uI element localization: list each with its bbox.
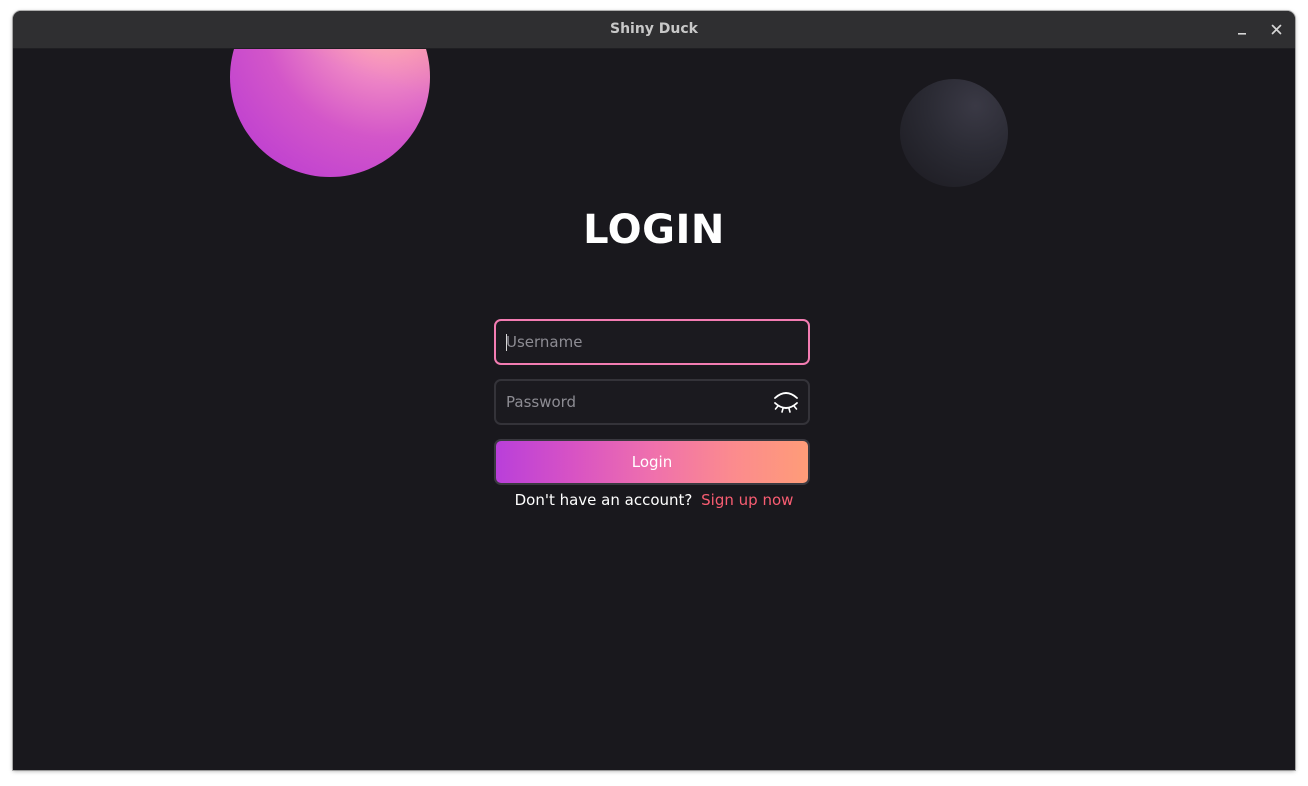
password-input[interactable] bbox=[506, 381, 776, 423]
signup-link[interactable]: Sign up now bbox=[701, 491, 793, 509]
eye-closed-icon bbox=[774, 392, 798, 413]
signup-row: Don't have an account? Sign up now bbox=[13, 491, 1295, 509]
minimize-icon bbox=[1238, 33, 1246, 35]
signup-prompt: Don't have an account? bbox=[514, 491, 693, 509]
window-title: Shiny Duck bbox=[609, 21, 698, 37]
close-icon bbox=[1271, 24, 1281, 35]
close-button[interactable] bbox=[1264, 18, 1288, 42]
app-window: Shiny Duck LOGIN Username Login Don't ha… bbox=[13, 11, 1295, 770]
text-caret bbox=[506, 334, 507, 351]
username-input[interactable] bbox=[506, 321, 776, 363]
password-visibility-toggle[interactable] bbox=[772, 389, 800, 415]
decorative-pink-sphere bbox=[230, 49, 430, 177]
minimize-button[interactable] bbox=[1230, 18, 1254, 42]
username-field[interactable] bbox=[494, 319, 810, 365]
decorative-dark-sphere bbox=[900, 79, 1008, 187]
login-button[interactable]: Login bbox=[494, 439, 810, 485]
title-bar[interactable]: Shiny Duck bbox=[13, 11, 1295, 49]
login-heading: LOGIN bbox=[583, 207, 725, 253]
login-page: LOGIN Login Don't have an account? Sign … bbox=[13, 49, 1295, 770]
password-field[interactable] bbox=[494, 379, 810, 425]
